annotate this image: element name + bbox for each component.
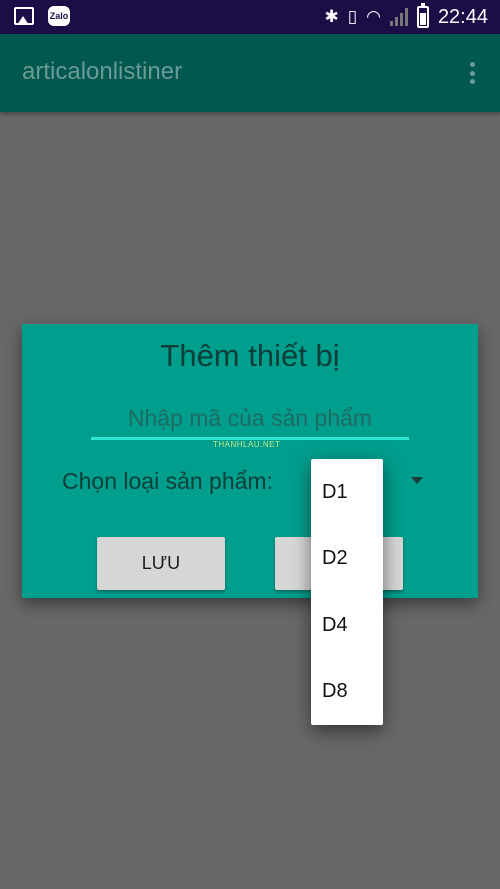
dropdown-item-d1[interactable]: D1 bbox=[311, 459, 383, 526]
vibrate-icon: ▯ bbox=[347, 7, 358, 27]
app-title: articalonlistiner bbox=[22, 58, 183, 85]
app-bar: articalonlistiner bbox=[0, 34, 500, 112]
product-type-dropdown: D1 D2 D4 D8 bbox=[311, 459, 383, 725]
watermark: THANHLAU.NET bbox=[213, 440, 281, 449]
battery-icon bbox=[416, 3, 429, 28]
product-type-label: Chọn loại sản phẩm: bbox=[62, 468, 273, 494]
status-bar: Zalo ✱ ▯ ◠ 22:44 bbox=[0, 0, 500, 34]
dropdown-item-d8[interactable]: D8 bbox=[311, 659, 383, 726]
chevron-down-icon[interactable] bbox=[411, 477, 423, 484]
system-icons: ✱ ▯ ◠ 22:44 bbox=[324, 3, 488, 30]
bluetooth-icon: ✱ bbox=[324, 7, 339, 27]
zalo-icon: Zalo bbox=[48, 6, 70, 26]
save-button[interactable]: LƯU bbox=[97, 537, 225, 590]
dialog-title: Thêm thiết bị bbox=[160, 338, 340, 373]
dropdown-item-d2[interactable]: D2 bbox=[311, 526, 383, 593]
product-code-input[interactable] bbox=[91, 400, 409, 440]
notification-icons: Zalo bbox=[14, 6, 70, 26]
signal-icon bbox=[389, 8, 408, 26]
dropdown-item-d4[interactable]: D4 bbox=[311, 592, 383, 659]
clock: 22:44 bbox=[437, 6, 488, 28]
add-device-dialog: Thêm thiết bị THANHLAU.NET Chọn loại sản… bbox=[22, 324, 478, 598]
gallery-icon bbox=[14, 7, 34, 25]
wifi-icon: ◠ bbox=[366, 7, 381, 27]
overflow-menu-icon[interactable] bbox=[470, 62, 476, 84]
